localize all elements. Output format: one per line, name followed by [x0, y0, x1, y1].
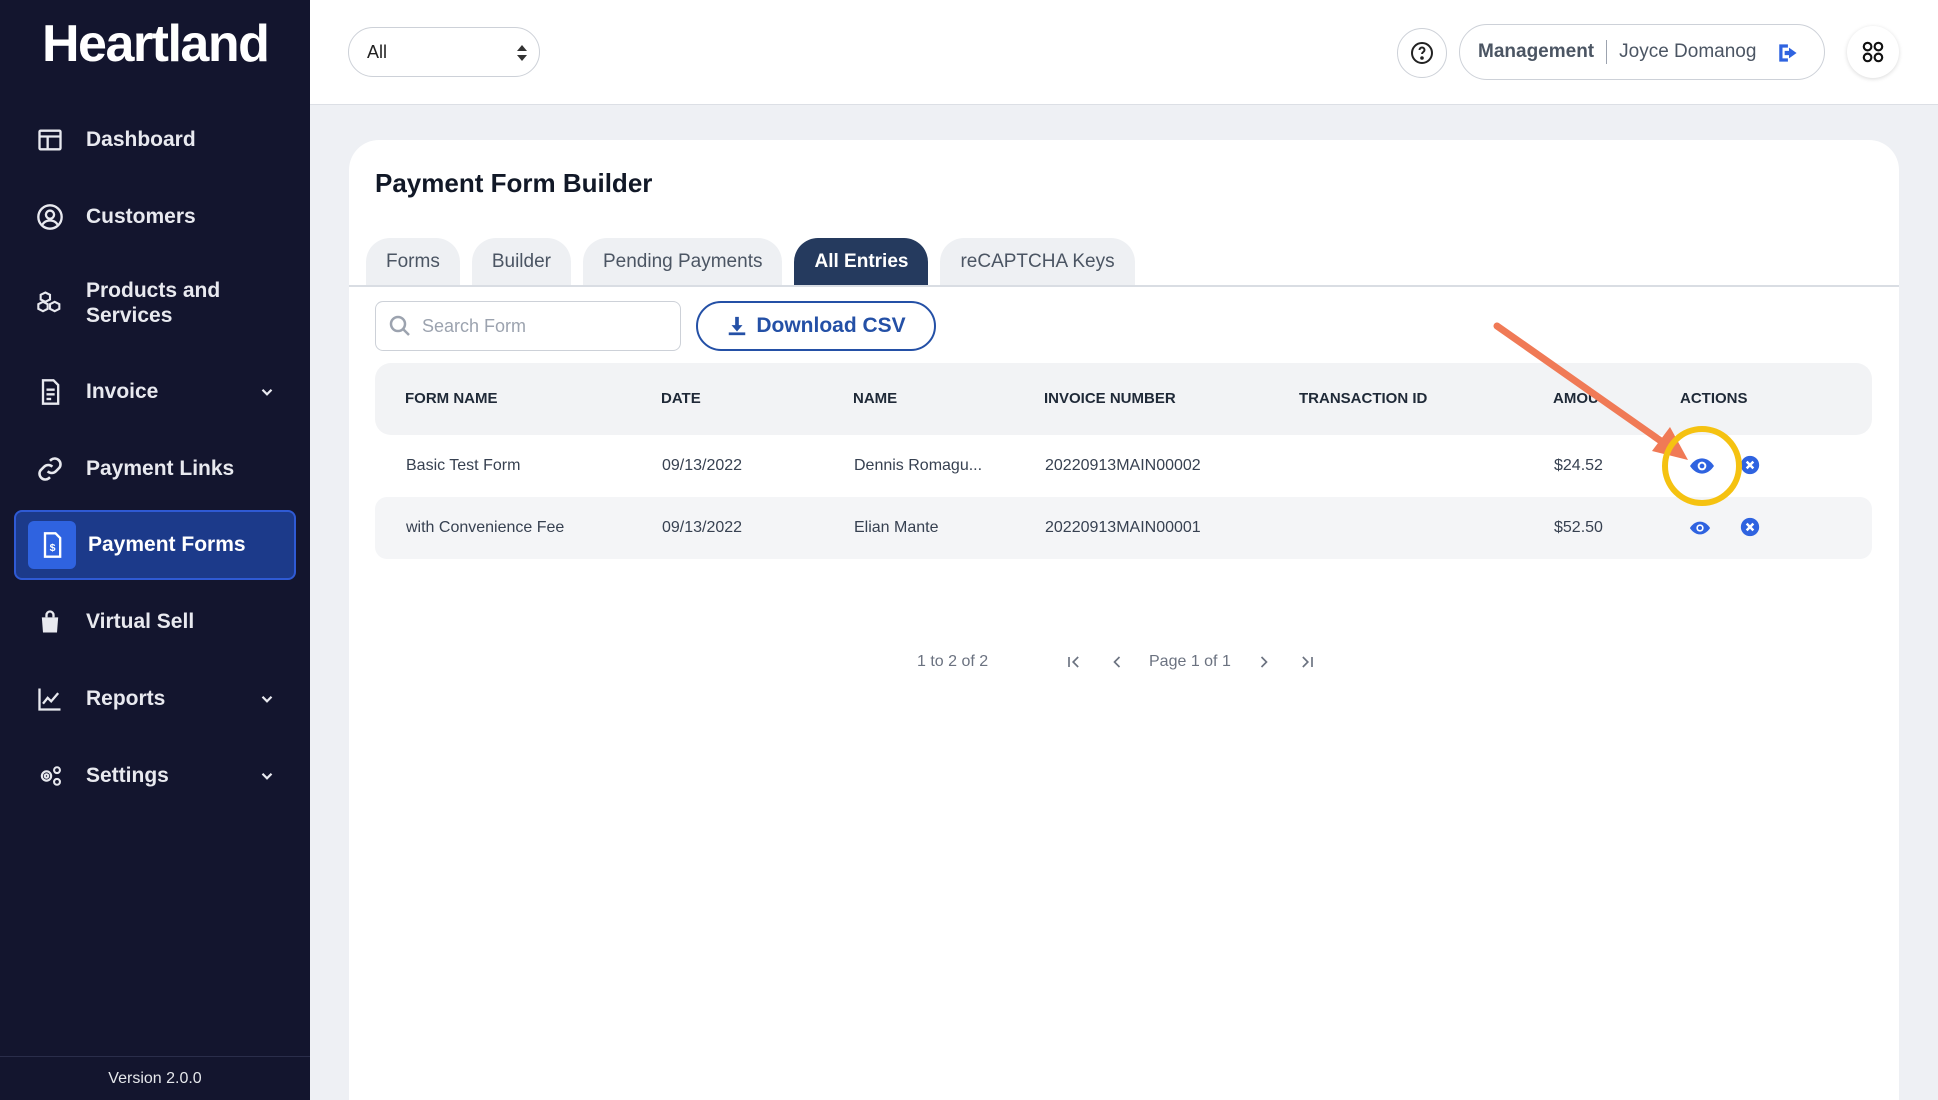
pagination: 1 to 2 of 2 Page 1 of 1 — [349, 649, 1899, 679]
tab-all-entries[interactable]: All Entries — [794, 238, 929, 286]
filter-select[interactable]: All — [348, 27, 540, 77]
sidebar-item-label: Virtual Sell — [86, 610, 195, 634]
cell-date: 09/13/2022 — [662, 457, 743, 474]
sidebar-item-invoice[interactable]: Invoice — [14, 357, 296, 427]
sidebar-item-label: Invoice — [86, 380, 159, 404]
user-role: Management — [1478, 41, 1595, 62]
gears-icon — [34, 760, 66, 792]
main-card: Payment Form Builder Forms Builder Pendi… — [349, 140, 1899, 1100]
tab-builder[interactable]: Builder — [471, 238, 571, 286]
column-header[interactable]: NAME — [853, 390, 897, 407]
cell-invoice-number: 20220913MAIN00002 — [1045, 457, 1201, 474]
cell-form-name: with Convenience Fee — [406, 519, 565, 536]
delete-icon[interactable] — [1740, 455, 1760, 475]
cell-name: Elian Mante — [854, 519, 939, 536]
sidebar-item-payment-links[interactable]: Payment Links — [14, 434, 296, 504]
cell-amount: $24.52 — [1554, 457, 1603, 474]
dashboard-icon — [34, 124, 66, 156]
table-header: FORM NAME DATE NAME INVOICE NUMBER TRANS… — [375, 363, 1872, 435]
sidebar-item-payment-forms[interactable]: $ Payment Forms — [14, 510, 296, 580]
select-arrows-icon — [517, 45, 527, 61]
cell-amount: $52.50 — [1554, 519, 1603, 536]
shopping-bag-icon — [34, 606, 66, 638]
cell-form-name: Basic Test Form — [406, 457, 521, 474]
user-name: Joyce Domanog — [1619, 41, 1757, 62]
cell-name: Dennis Romagu... — [854, 457, 983, 474]
first-page-icon[interactable] — [1064, 652, 1084, 672]
question-icon — [1411, 42, 1433, 64]
chart-line-icon — [34, 683, 66, 715]
download-csv-label: Download CSV — [756, 314, 906, 337]
cell-date: 09/13/2022 — [662, 519, 743, 536]
help-button[interactable] — [1397, 28, 1447, 78]
search-input[interactable] — [422, 315, 662, 337]
view-icon[interactable] — [1688, 453, 1716, 479]
column-header[interactable]: FORM NAME — [405, 390, 498, 407]
cell-invoice-number: 20220913MAIN00001 — [1045, 519, 1201, 536]
sidebar-item-label: Settings — [86, 764, 169, 788]
search-box — [375, 301, 681, 351]
brand-logo: Heartland — [42, 15, 270, 73]
tab-divider — [349, 285, 1899, 287]
delete-icon[interactable] — [1740, 517, 1760, 537]
divider — [1606, 40, 1608, 64]
page-indicator: Page 1 of 1 — [1149, 653, 1231, 670]
next-page-icon[interactable] — [1254, 652, 1274, 672]
filter-select-value: All — [367, 41, 388, 62]
table-row: Basic Test Form 09/13/2022 Dennis Romagu… — [375, 435, 1872, 497]
prev-page-icon[interactable] — [1107, 652, 1127, 672]
topbar: All Management Joyce Domanog — [310, 0, 1938, 105]
user-circle-icon — [34, 201, 66, 233]
tab-recaptcha-keys[interactable]: reCAPTCHA Keys — [940, 238, 1135, 286]
page-title: Payment Form Builder — [375, 168, 653, 198]
last-page-icon[interactable] — [1297, 652, 1317, 672]
sidebar-item-virtual-sell[interactable]: Virtual Sell — [14, 587, 296, 657]
sidebar-item-label: Customers — [86, 205, 196, 229]
sidebar-item-label: Payment Links — [86, 457, 235, 481]
apps-grid-icon — [1862, 41, 1884, 63]
download-csv-button[interactable]: Download CSV — [696, 301, 936, 351]
chevron-down-icon — [261, 695, 273, 703]
column-header: ACTIONS — [1680, 390, 1748, 407]
user-menu[interactable]: Management Joyce Domanog — [1459, 24, 1825, 80]
tab-forms[interactable]: Forms — [366, 238, 460, 286]
sidebar-item-label: Payment Forms — [88, 533, 246, 557]
sidebar-item-reports[interactable]: Reports — [14, 664, 296, 734]
column-header[interactable]: DATE — [661, 390, 701, 407]
svg-text:$: $ — [50, 542, 56, 554]
entries-table: FORM NAME DATE NAME INVOICE NUMBER TRANS… — [375, 363, 1872, 559]
sidebar-item-settings[interactable]: Settings — [14, 741, 296, 811]
sidebar-item-dashboard[interactable]: Dashboard — [14, 105, 296, 175]
invoice-icon — [34, 376, 66, 408]
sidebar-item-label: Reports — [86, 687, 166, 711]
column-header[interactable]: AMOU — [1553, 390, 1599, 407]
view-icon[interactable] — [1688, 517, 1712, 539]
payment-form-icon: $ — [28, 521, 76, 569]
sidebar: Heartland Dashboard Customers Products a… — [0, 0, 310, 1100]
column-header[interactable]: INVOICE NUMBER — [1044, 390, 1176, 407]
logout-icon[interactable] — [1776, 40, 1802, 66]
search-icon — [389, 315, 410, 336]
tab-pending-payments[interactable]: Pending Payments — [582, 238, 783, 286]
version-label: Version 2.0.0 — [0, 1056, 310, 1100]
boxes-icon — [34, 287, 66, 319]
link-icon — [34, 453, 66, 485]
download-icon — [729, 316, 746, 336]
sidebar-item-label: Dashboard — [86, 128, 196, 152]
tab-bar: Forms Builder Pending Payments All Entri… — [366, 238, 1135, 286]
apps-button[interactable] — [1847, 26, 1899, 78]
table-row: with Convenience Fee 09/13/2022 Elian Ma… — [375, 497, 1872, 559]
sidebar-item-customers[interactable]: Customers — [14, 182, 296, 252]
pagination-info: 1 to 2 of 2 — [917, 653, 989, 670]
chevron-down-icon — [261, 772, 273, 780]
sidebar-item-label: Products and Services — [86, 278, 221, 327]
column-header[interactable]: TRANSACTION ID — [1299, 390, 1427, 407]
chevron-down-icon — [261, 388, 273, 396]
sidebar-item-products[interactable]: Products and Services — [14, 258, 296, 348]
